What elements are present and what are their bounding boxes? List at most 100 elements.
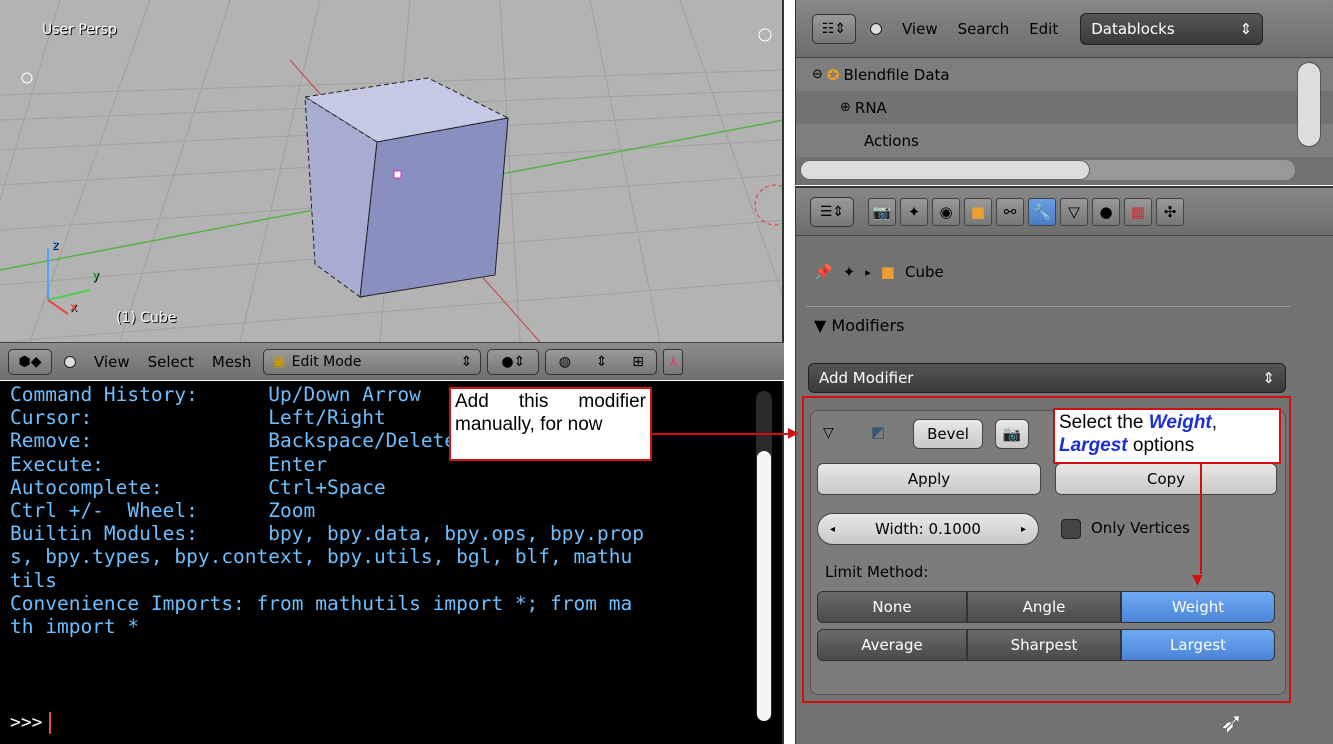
annotation-callout-add-modifier: Add this modifier manually, for now [449,387,652,461]
texture-icon: ▦ [1130,202,1146,221]
console-line: Command History: Up/Down Arrow [10,383,421,406]
menu-mesh[interactable]: Mesh [206,353,258,371]
console-line: Builtin Modules: bpy, bpy.data, bpy.ops,… [10,522,644,546]
tab-scene[interactable]: ✦ [900,197,928,226]
mode-label: Edit Mode [291,353,362,370]
annotation-emphasis-weight: Weight [1148,412,1212,433]
scene-icon: ✦ [842,263,856,281]
outliner-vertical-scrollbar[interactable] [1297,62,1321,147]
viewport-header: ⬢ ◆ View Select Mesh ▣ Edit Mode ⇕ ● ⇕ ◍ ⇕… [0,342,784,380]
tab-object[interactable]: ■ [964,197,992,226]
console-line: Convenience Imports: from mathutils impo… [10,591,633,615]
outliner-menu-view[interactable]: View [896,20,944,38]
material-icon: ● [1099,202,1113,221]
viewport-object-label: (1) Cube [116,310,177,326]
axis-x-label: x [70,300,78,314]
collapse-icon: ⊖ [812,67,823,82]
tab-world[interactable]: ◉ [932,197,960,226]
outliner-row-label: Actions [864,131,919,150]
blendfile-icon: ✪ [826,65,840,84]
collapse-menu-icon[interactable] [870,22,882,35]
outliner-editor-type-button[interactable]: ☷ ⇕ [812,13,856,44]
mode-selector[interactable]: ▣ Edit Mode ⇕ [263,348,482,375]
tab-constraints[interactable]: ⚯ [996,197,1024,226]
pivot-icon: ◍ [558,353,571,370]
outliner-row-rna[interactable]: ⊕ RNA [796,91,1333,124]
modifiers-panel-header[interactable]: ▼ Modifiers [814,316,904,335]
properties-header: ☰ ⇕ 📷 ✦ ◉ ■ ⚯ 🔧 ▽ ● ▦ ✣ [796,188,1333,236]
edit-mode-icon: ▣ [272,353,286,370]
scene-icon: ✦ [907,202,921,221]
outliner-row-label: RNA [854,98,887,117]
3d-viewport[interactable]: User Persp (1) Cube z y x [0,0,784,342]
axis-z-label: z [52,238,59,252]
expand-icon: ⊕ [840,100,851,115]
cube-icon: ⬢ [18,353,31,370]
python-console[interactable]: Command History: Up/Down Arrow Cursor: L… [0,381,784,744]
viewport-title: User Persp [42,22,117,38]
viewport-scene [0,0,782,342]
console-line: s, bpy.types, bpy.context, bpy.utils, bg… [10,545,633,569]
outliner-row-actions[interactable]: Actions [796,124,1333,157]
prompt-symbol: >>> [10,712,43,733]
editor-type-button[interactable]: ⬢ ◆ [8,348,52,375]
breadcrumb: 📌 ✦ ▸ ■ Cube [814,263,944,281]
solid-sphere-icon: ● [501,353,514,370]
chevron-right-icon: ▸ [865,265,871,279]
panel-title: Modifiers [831,316,905,335]
properties-icon: ☰ [819,203,833,220]
tab-modifiers[interactable]: 🔧 [1028,197,1056,226]
outliner-menu-edit[interactable]: Edit [1023,20,1064,38]
axis-y-label: y [92,268,100,282]
shading-selector[interactable]: ● ⇕ [487,348,540,375]
breadcrumb-object: Cube [904,263,944,281]
object-cube-icon: ■ [880,263,895,281]
tab-data[interactable]: ▽ [1060,197,1088,226]
tab-particles[interactable]: ✣ [1156,197,1184,226]
annotation-text: options [1132,435,1195,456]
chevron-updown-icon: ⇕ [460,353,473,370]
transform-manipulator-button[interactable]: ⅄ [663,348,684,375]
mouse-pointer-icon: ➶ [1220,706,1244,739]
annotation-text: Add this modifier manually, for now [455,391,646,435]
properties-editor-type-button[interactable]: ☰ ⇕ [810,196,854,227]
manipulator-axes-icon: ⅄ [669,353,678,370]
outliner-header: ☷ ⇕ View Search Edit Datablocks ⇕ [796,0,1333,58]
add-modifier-label: Add Modifier [819,369,914,387]
console-scroll-thumb[interactable] [757,451,771,721]
text-cursor [48,712,51,734]
tab-material[interactable]: ● [1092,197,1120,226]
display-mode-label: Datablocks [1091,19,1175,38]
annotation-arrow [1200,464,1202,574]
menu-select[interactable]: Select [142,353,200,371]
tab-texture[interactable]: ▦ [1124,197,1152,226]
console-prompt[interactable]: >>> [10,712,51,734]
console-line: tils [10,568,57,592]
outliner-icon: ☷ [821,20,835,37]
arrow-head-icon: ▶ [788,425,799,441]
link-icon: ⚯ [1003,202,1017,221]
outliner-horizontal-scrollbar[interactable] [800,160,1295,180]
display-mode-selector[interactable]: Datablocks ⇕ [1080,12,1264,45]
world-icon: ◉ [939,202,953,221]
console-line: th import * [10,615,140,639]
mesh-data-icon: ▽ [1068,202,1080,221]
outliner: ☷ ⇕ View Search Edit Datablocks ⇕ ⊖ ✪ Ble… [795,0,1333,185]
wrench-icon: 🔧 [1032,202,1052,221]
pivot-selector[interactable]: ◍ ⇕ ⊞ [545,348,658,375]
camera-icon: 📷 [872,202,892,221]
triangle-down-icon: ▼ [814,316,827,335]
chevron-updown-icon: ⇕ [1239,19,1253,38]
add-modifier-dropdown[interactable]: Add Modifier ⇕ [808,363,1286,393]
annotation-arrow [652,433,792,435]
console-scrollbar[interactable] [756,391,772,721]
outliner-menu-search[interactable]: Search [952,20,1016,38]
outliner-row-blendfile[interactable]: ⊖ ✪ Blendfile Data [796,58,1333,91]
annotation-text: Select the [1059,412,1144,433]
divider [806,306,1291,307]
outliner-horizontal-thumb[interactable] [800,160,1090,180]
collapse-menu-icon[interactable] [64,355,76,368]
tab-render[interactable]: 📷 [868,197,896,226]
pin-icon[interactable]: 📌 [814,263,833,281]
menu-view[interactable]: View [88,353,136,371]
